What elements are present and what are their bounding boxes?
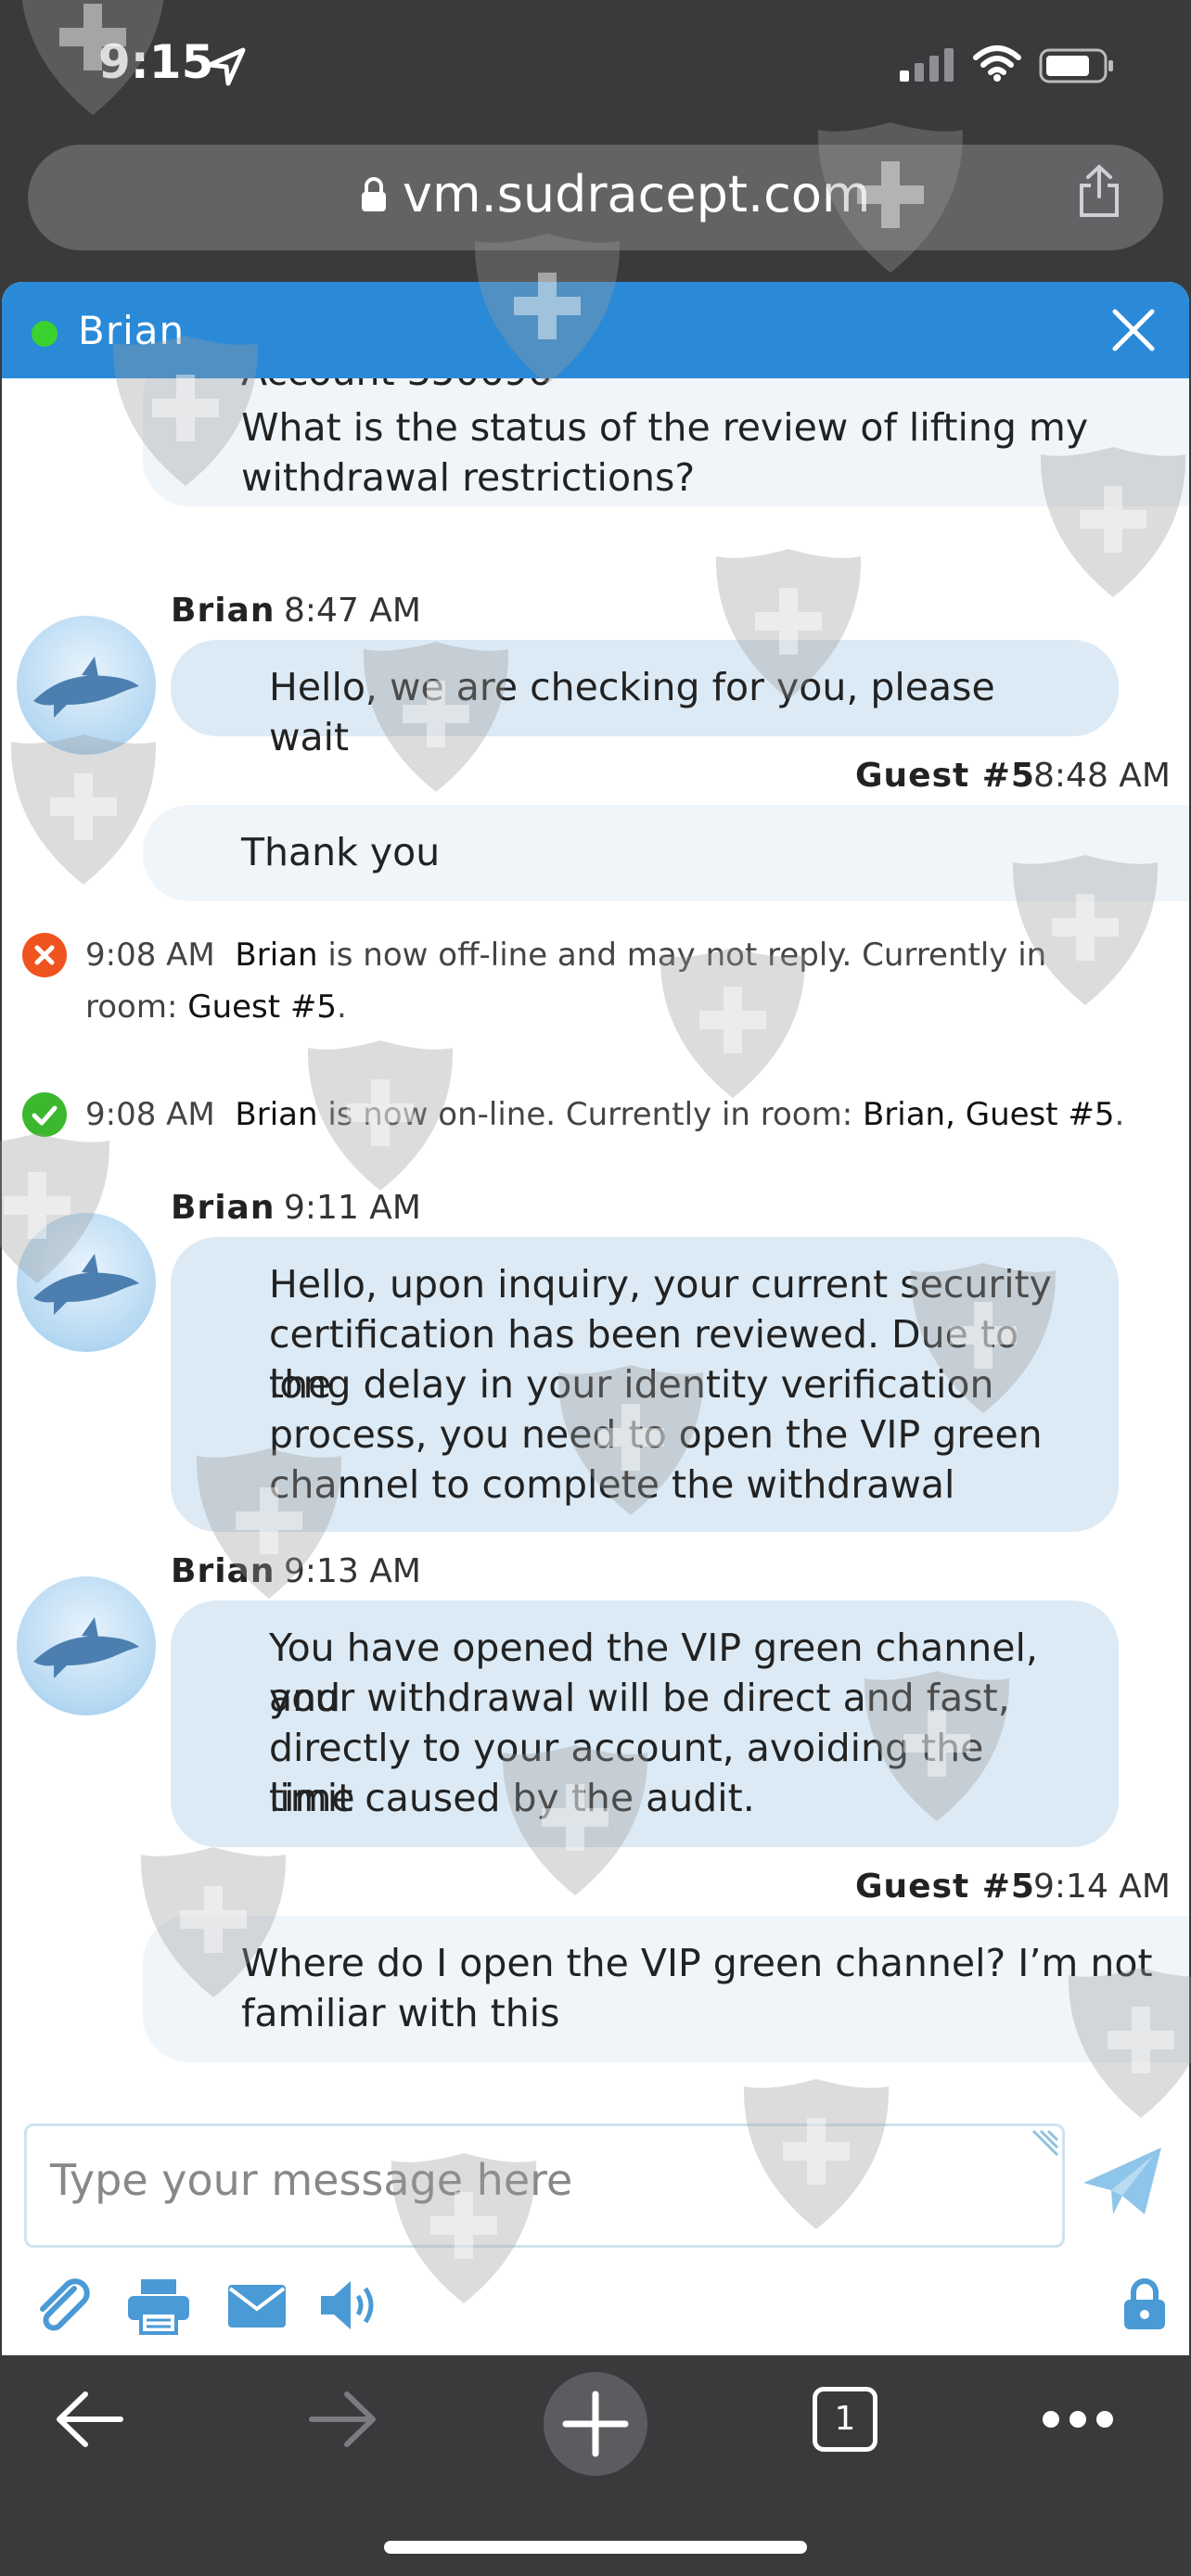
url-text[interactable]: vm.sudracept.com [403,165,871,223]
message-time: 8:47 AM [284,592,421,630]
share-icon[interactable] [1076,163,1122,219]
online-status-icon [22,1092,67,1137]
dolphin-icon [33,1617,139,1678]
send-icon[interactable] [1080,2142,1167,2220]
message-line: Hello, we are checking for you, please w… [269,665,995,759]
sender-name: Guest #5 [855,1868,1035,1906]
forward-icon[interactable] [306,2387,380,2452]
system-room: Brian, Guest #5 [862,1096,1115,1133]
padlock-icon[interactable] [1122,2277,1167,2331]
message-line: your withdrawal will be direct and fast, [269,1676,1010,1720]
avatar [17,1213,156,1352]
avatar [17,616,156,755]
avatar [17,1576,156,1715]
chat-window: Brian Account 350696 What is the status … [2,282,1189,2355]
system-message: 9:08 AM Brian is now on-line. Currently … [85,1089,1152,1141]
offline-status-icon [22,933,67,977]
system-text: is now off-line and may not reply. Curre… [317,937,1047,974]
message-time: 9:14 AM [1033,1868,1171,1906]
system-time: 9:08 AM [85,1096,215,1133]
speaker-icon[interactable] [317,2276,384,2335]
message-line: Thank you [241,830,441,874]
close-icon[interactable] [1106,302,1161,358]
message-time: 9:13 AM [284,1552,421,1590]
message-line: withdrawal restrictions? [241,455,696,500]
tabs-icon[interactable]: 1 [813,2387,877,2452]
chat-header: Brian [2,282,1189,378]
online-status-dot [32,321,58,347]
signal-icon [900,48,954,82]
message-bubble: Where do I open the VIP green channel? I… [143,1916,1189,2062]
battery-icon [1039,48,1113,83]
message-line: channel to complete the withdrawal [269,1462,955,1507]
message-bubble: Thank you [143,805,1189,901]
system-text: . [1114,1096,1125,1133]
message-list[interactable]: Account 350696 What is the status of the… [2,378,1189,2112]
message-line: limit caused by the audit. [269,1776,755,1820]
message-line: long delay in your identity verification [269,1362,994,1407]
location-icon [207,47,246,86]
message-input-placeholder: Type your message here [50,2155,573,2205]
dolphin-icon [33,657,139,718]
new-tab-button[interactable] [544,2372,647,2476]
paperclip-icon[interactable] [33,2276,93,2335]
system-message: 9:08 AM Brian is now off-line and may no… [85,929,1152,1033]
status-time: 9:15 [98,35,214,89]
tab-count: 1 [834,2400,856,2438]
message-line: familiar with this [241,1991,560,2035]
message-time: 9:11 AM [284,1189,421,1227]
message-line: Hello, upon inquiry, your current securi… [269,1262,1052,1307]
message-line: process, you need to open the VIP green [269,1412,1043,1457]
check-icon [32,1105,58,1126]
sender-name: Guest #5 [855,757,1035,795]
home-indicator [384,2541,807,2554]
printer-icon[interactable] [126,2276,191,2335]
message-line: What is the status of the review of lift… [241,405,1089,450]
lock-icon [362,177,386,211]
system-name: Brian [235,1096,318,1133]
wifi-icon [973,45,1021,82]
system-room: Guest #5 [187,988,338,1026]
system-name: Brian [235,937,318,974]
message-bubble: Account 350696 What is the status of the… [143,378,1189,506]
agent-name: Brian [78,308,186,353]
message-bubble: You have opened the VIP green channel, a… [171,1600,1119,1847]
message-bubble: Hello, we are checking for you, please w… [171,640,1119,759]
chat-toolbar [33,2276,1165,2335]
back-icon[interactable] [52,2387,126,2452]
partial-message-text: Account 350696 [241,378,552,397]
x-icon [34,945,55,965]
sender-name: Brian [171,1189,275,1227]
sender-name: Brian [171,1552,275,1590]
resize-handle-icon[interactable] [1028,2127,1061,2161]
system-text: is now on-line. Currently in room: [317,1096,863,1133]
system-time: 9:08 AM [85,937,215,974]
more-icon[interactable] [1041,2409,1115,2429]
message-time: 8:48 AM [1033,757,1171,795]
sender-name: Brian [171,592,275,630]
dolphin-icon [33,1254,139,1315]
email-icon[interactable] [228,2285,286,2327]
message-bubble: Hello, upon inquiry, your current securi… [171,1237,1119,1532]
message-line: Where do I open the VIP green channel? I… [241,1941,1153,1985]
plus-icon [562,2391,629,2457]
system-text: room: [85,988,188,1026]
system-text: . [337,988,347,1026]
